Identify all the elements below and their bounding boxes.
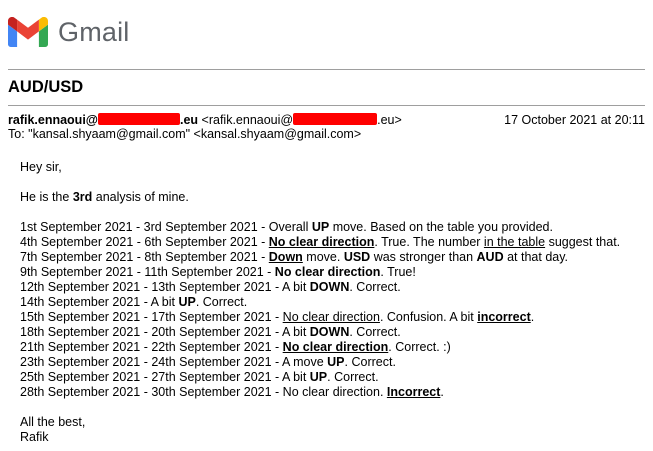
from-line: rafik.ennaoui@ .eu <rafik.ennaoui@ .eu> 17… <box>8 113 645 127</box>
signature: Rafik <box>20 430 49 444</box>
sender-address: <rafik.ennaoui@ .eu> <box>201 113 402 127</box>
gmail-wordmark: Gmail <box>58 16 130 47</box>
email-body: Hey sir, He is the 3rd analysis of mine.… <box>20 160 649 445</box>
analysis-line: 21th September 2021 - 22th September 202… <box>20 340 451 354</box>
email-subject: AUD/USD <box>8 78 84 96</box>
redaction-box <box>97 113 180 125</box>
analysis-line: 18th September 2021 - 20th September 202… <box>20 325 401 339</box>
analysis-line: 15th September 2021 - 17th September 202… <box>20 310 535 324</box>
gmail-logo-icon <box>8 17 48 47</box>
analysis-line: 9th September 2021 - 11th September 2021… <box>20 265 416 279</box>
header-divider <box>8 69 645 70</box>
subject-divider <box>8 105 645 106</box>
analysis-line: 12th September 2021 - 13th September 202… <box>20 280 401 294</box>
sender-name: rafik.ennaoui@ .eu <box>8 113 199 127</box>
sender: rafik.ennaoui@ .eu <rafik.ennaoui@ .eu> <box>8 113 402 127</box>
redaction-box <box>293 113 378 125</box>
analysis-line: 7th September 2021 - 8th September 2021 … <box>20 250 569 264</box>
recipient-line: To: "kansal.shyaam@gmail.com" <kansal.sh… <box>8 127 362 141</box>
gmail-header: Gmail <box>8 12 130 52</box>
greeting: Hey sir, <box>20 160 62 174</box>
analysis-line: 25th September 2021 - 27th September 202… <box>20 370 379 384</box>
analysis-line: 14th September 2021 - A bit UP. Correct. <box>20 295 248 309</box>
email-meta: rafik.ennaoui@ .eu <rafik.ennaoui@ .eu> 17… <box>8 113 645 141</box>
closing: All the best, <box>20 415 86 429</box>
email-date: 17 October 2021 at 20:11 <box>504 113 645 127</box>
analysis-line: 23th September 2021 - 24th September 202… <box>20 355 396 369</box>
analysis-line: 28th September 2021 - 30th September 202… <box>20 385 444 399</box>
intro-line: He is the 3rd analysis of mine. <box>20 190 189 204</box>
analysis-line: 4th September 2021 - 6th September 2021 … <box>20 235 621 249</box>
analysis-line: 1st September 2021 - 3rd September 2021 … <box>20 220 553 234</box>
